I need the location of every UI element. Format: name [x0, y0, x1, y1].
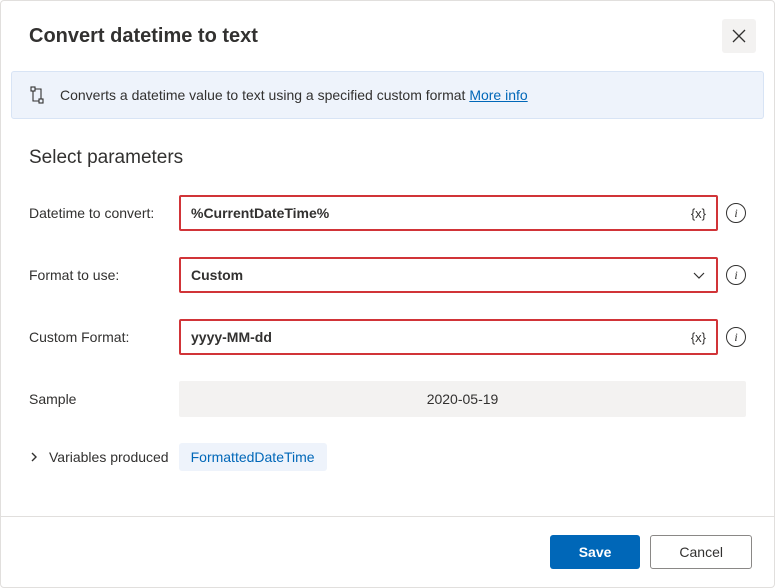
banner-text: Converts a datetime value to text using … [60, 87, 747, 103]
sample-value: 2020-05-19 [427, 391, 499, 407]
banner-description: Converts a datetime value to text using … [60, 87, 469, 103]
variable-token-icon[interactable]: {x} [691, 330, 706, 345]
close-icon [732, 29, 746, 43]
dialog-title: Convert datetime to text [29, 25, 722, 48]
input-datetime[interactable]: %CurrentDateTime% {x} [179, 195, 718, 231]
info-icon[interactable]: i [726, 203, 746, 223]
variable-token-icon[interactable]: {x} [691, 206, 706, 221]
variable-chip[interactable]: FormattedDateTime [179, 443, 327, 471]
info-icon[interactable]: i [726, 265, 746, 285]
info-banner: Converts a datetime value to text using … [11, 71, 764, 119]
label-datetime: Datetime to convert: [29, 205, 179, 221]
chevron-down-icon [692, 268, 706, 282]
close-button[interactable] [722, 19, 756, 53]
field-wrap-custom: yyyy-MM-dd {x} i [179, 319, 746, 355]
label-format: Format to use: [29, 267, 179, 283]
section-title: Select parameters [29, 147, 746, 169]
more-info-link[interactable]: More info [469, 87, 527, 103]
info-icon[interactable]: i [726, 327, 746, 347]
variables-row: Variables produced FormattedDateTime [29, 443, 746, 471]
input-custom-format[interactable]: yyyy-MM-dd {x} [179, 319, 718, 355]
dialog-footer: Save Cancel [1, 516, 774, 587]
sample-output: 2020-05-19 [179, 381, 746, 417]
select-format-value: Custom [191, 267, 692, 283]
save-button[interactable]: Save [550, 535, 641, 569]
variables-label: Variables produced [49, 449, 169, 465]
field-wrap-sample: 2020-05-19 [179, 381, 746, 417]
input-custom-value: yyyy-MM-dd [191, 329, 691, 345]
row-sample: Sample 2020-05-19 [29, 381, 746, 417]
input-datetime-value: %CurrentDateTime% [191, 205, 691, 221]
dialog-header: Convert datetime to text [1, 1, 774, 71]
action-icon [28, 86, 46, 104]
field-wrap-format: Custom i [179, 257, 746, 293]
cancel-button[interactable]: Cancel [650, 535, 752, 569]
label-sample: Sample [29, 391, 179, 407]
select-format[interactable]: Custom [179, 257, 718, 293]
label-custom: Custom Format: [29, 329, 179, 345]
row-format: Format to use: Custom i [29, 257, 746, 293]
field-wrap-datetime: %CurrentDateTime% {x} i [179, 195, 746, 231]
dialog-body: Select parameters Datetime to convert: %… [1, 129, 774, 516]
chevron-right-icon[interactable] [29, 452, 39, 462]
row-custom: Custom Format: yyyy-MM-dd {x} i [29, 319, 746, 355]
dialog: Convert datetime to text Converts a date… [0, 0, 775, 588]
row-datetime: Datetime to convert: %CurrentDateTime% {… [29, 195, 746, 231]
